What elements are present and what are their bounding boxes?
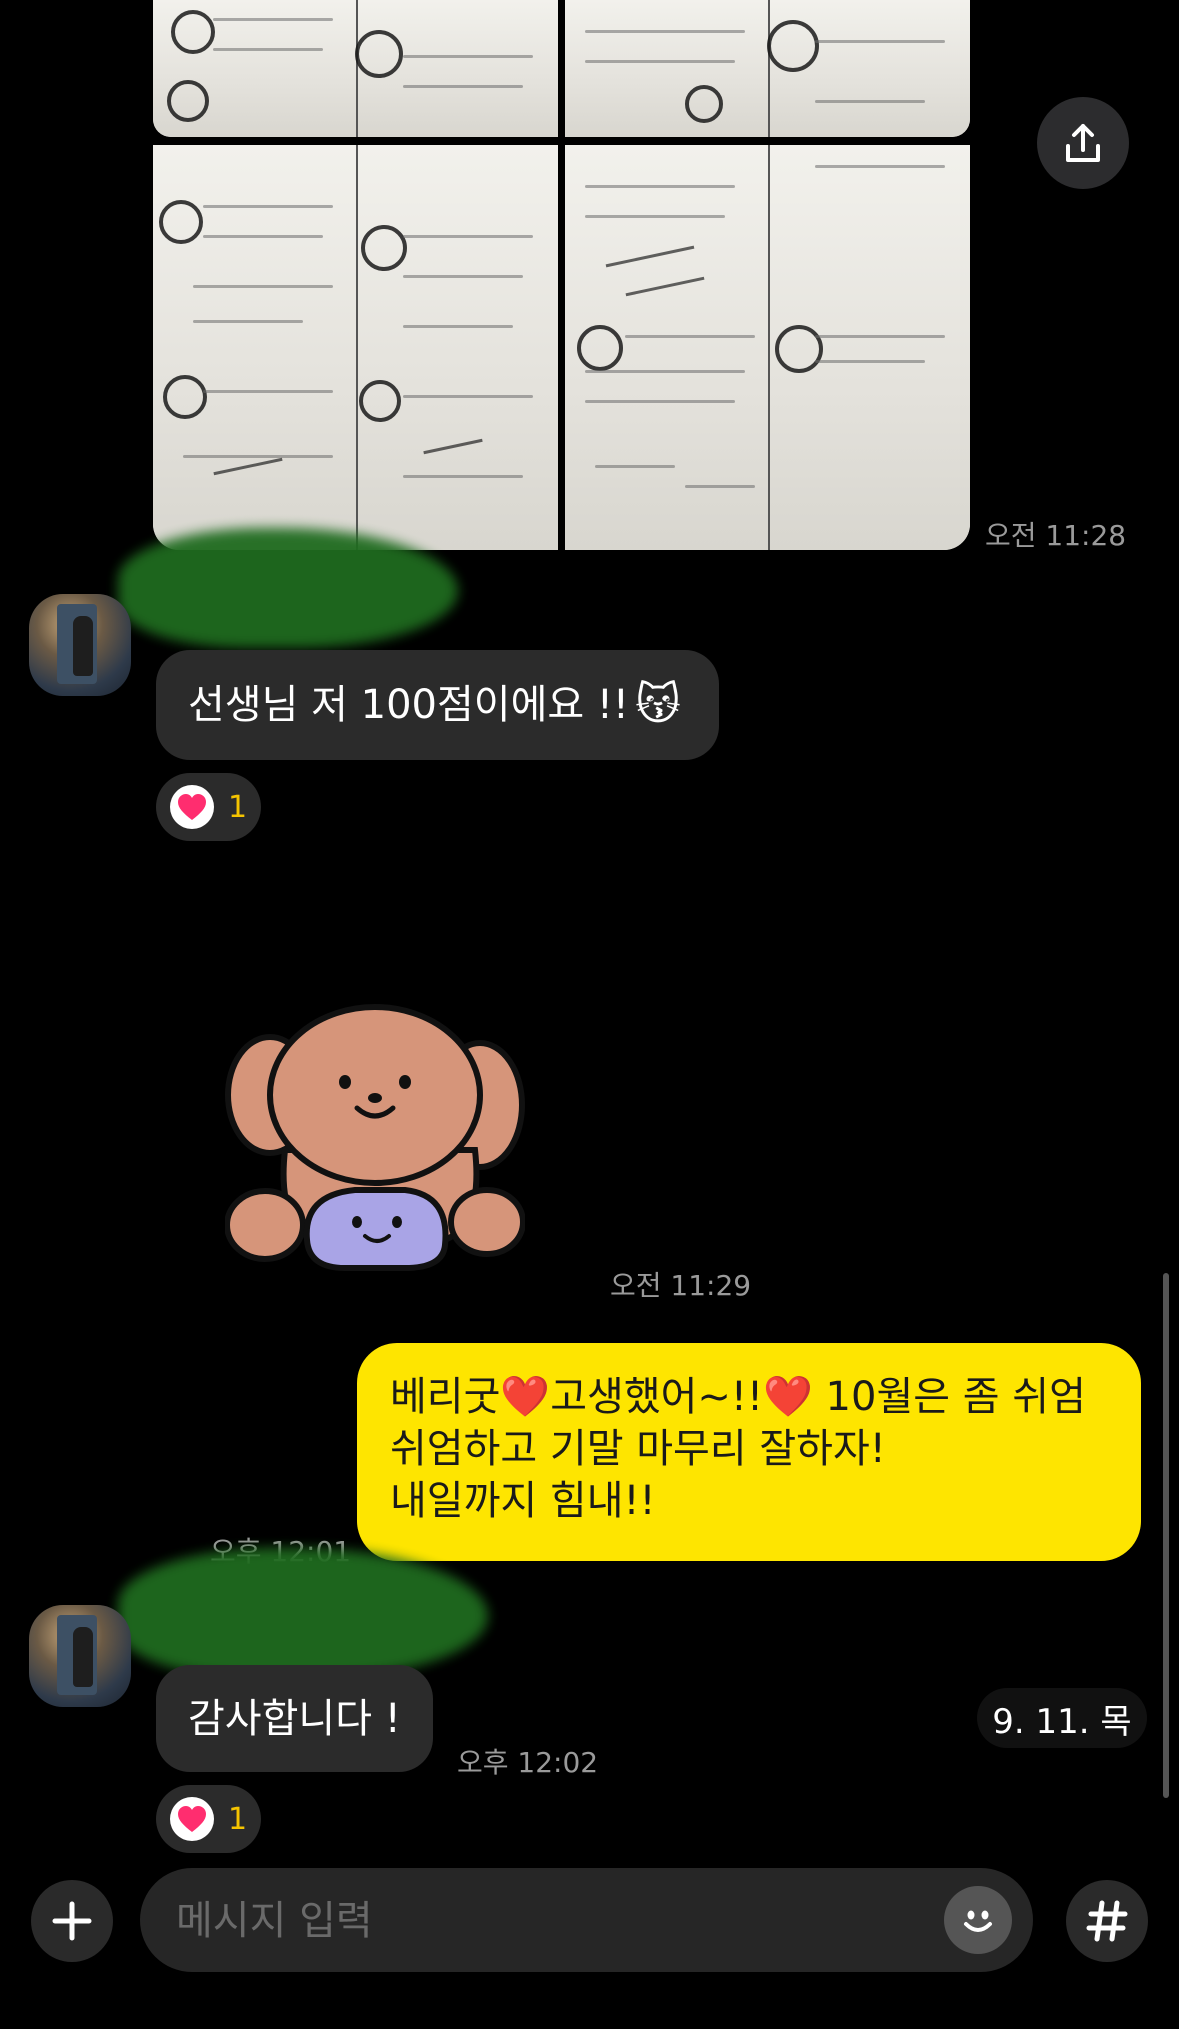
share-icon [1066,124,1100,162]
message-bubble-other[interactable]: 선생님 저 100점이에요 !! 😽 [156,650,719,760]
emoji-icon [964,1910,992,1932]
exam-photo-1[interactable] [153,0,558,137]
reaction-badge[interactable]: 1 [156,773,262,841]
message-bubble-other[interactable]: 감사합니다 ! [156,1665,433,1772]
redacted-name [118,528,458,648]
reaction-badge[interactable]: 1 [156,1785,262,1853]
heart-icon [170,1797,214,1841]
puppy-sticker[interactable] [224,1000,526,1285]
message-line-1: 베리굿❤️고생했어~!!❤️ 10월은 좀 쉬엄 [390,1374,1086,1420]
red-heart-emoji: ❤️ [763,1374,813,1420]
emoji-button[interactable] [944,1886,1012,1954]
heart-icon [170,785,214,829]
hashtag-button[interactable] [1066,1880,1148,1962]
redacted-name [118,1548,488,1678]
exam-photo-2[interactable] [565,0,970,137]
message-bubble-mine[interactable]: 베리굿❤️고생했어~!!❤️ 10월은 좀 쉬엄 쉬엄하고 기말 마무리 잘하자… [357,1343,1141,1561]
hash-icon [1086,1900,1128,1942]
message-line-3: 내일까지 힘내!! [390,1478,656,1524]
date-indicator: 9. 11. 목 [977,1688,1147,1748]
avatar[interactable] [29,594,131,696]
message-text: 선생님 저 100점이에요 !! [188,682,629,728]
reaction-count: 1 [228,1801,248,1837]
scrollbar[interactable] [1163,1273,1169,1798]
message-text: 감사합니다 ! [188,1695,401,1742]
message-composer [0,1858,1179,1978]
plus-icon [52,1901,92,1941]
message-timestamp: 오후 12:02 [457,1746,599,1779]
photo-timestamp: 오전 11:28 [985,519,1127,552]
kissing-cat-emoji: 😽 [634,678,681,730]
chat-screen: 오전 11:28 선생님 저 100점이에요 !! 😽 1 오전 11:29 베… [0,0,1179,2029]
share-button[interactable] [1037,97,1129,189]
sticker-timestamp: 오전 11:29 [610,1269,752,1302]
exam-photo-3[interactable] [153,145,558,550]
message-input-container [140,1868,1033,1974]
reaction-count: 1 [228,789,248,825]
red-heart-emoji: ❤️ [500,1374,551,1420]
message-line-2: 쉬엄하고 기말 마무리 잘하자! [390,1426,886,1472]
message-input[interactable] [174,1868,938,1974]
avatar[interactable] [29,1605,131,1707]
attach-button[interactable] [31,1880,113,1962]
exam-photo-4[interactable] [565,145,970,550]
